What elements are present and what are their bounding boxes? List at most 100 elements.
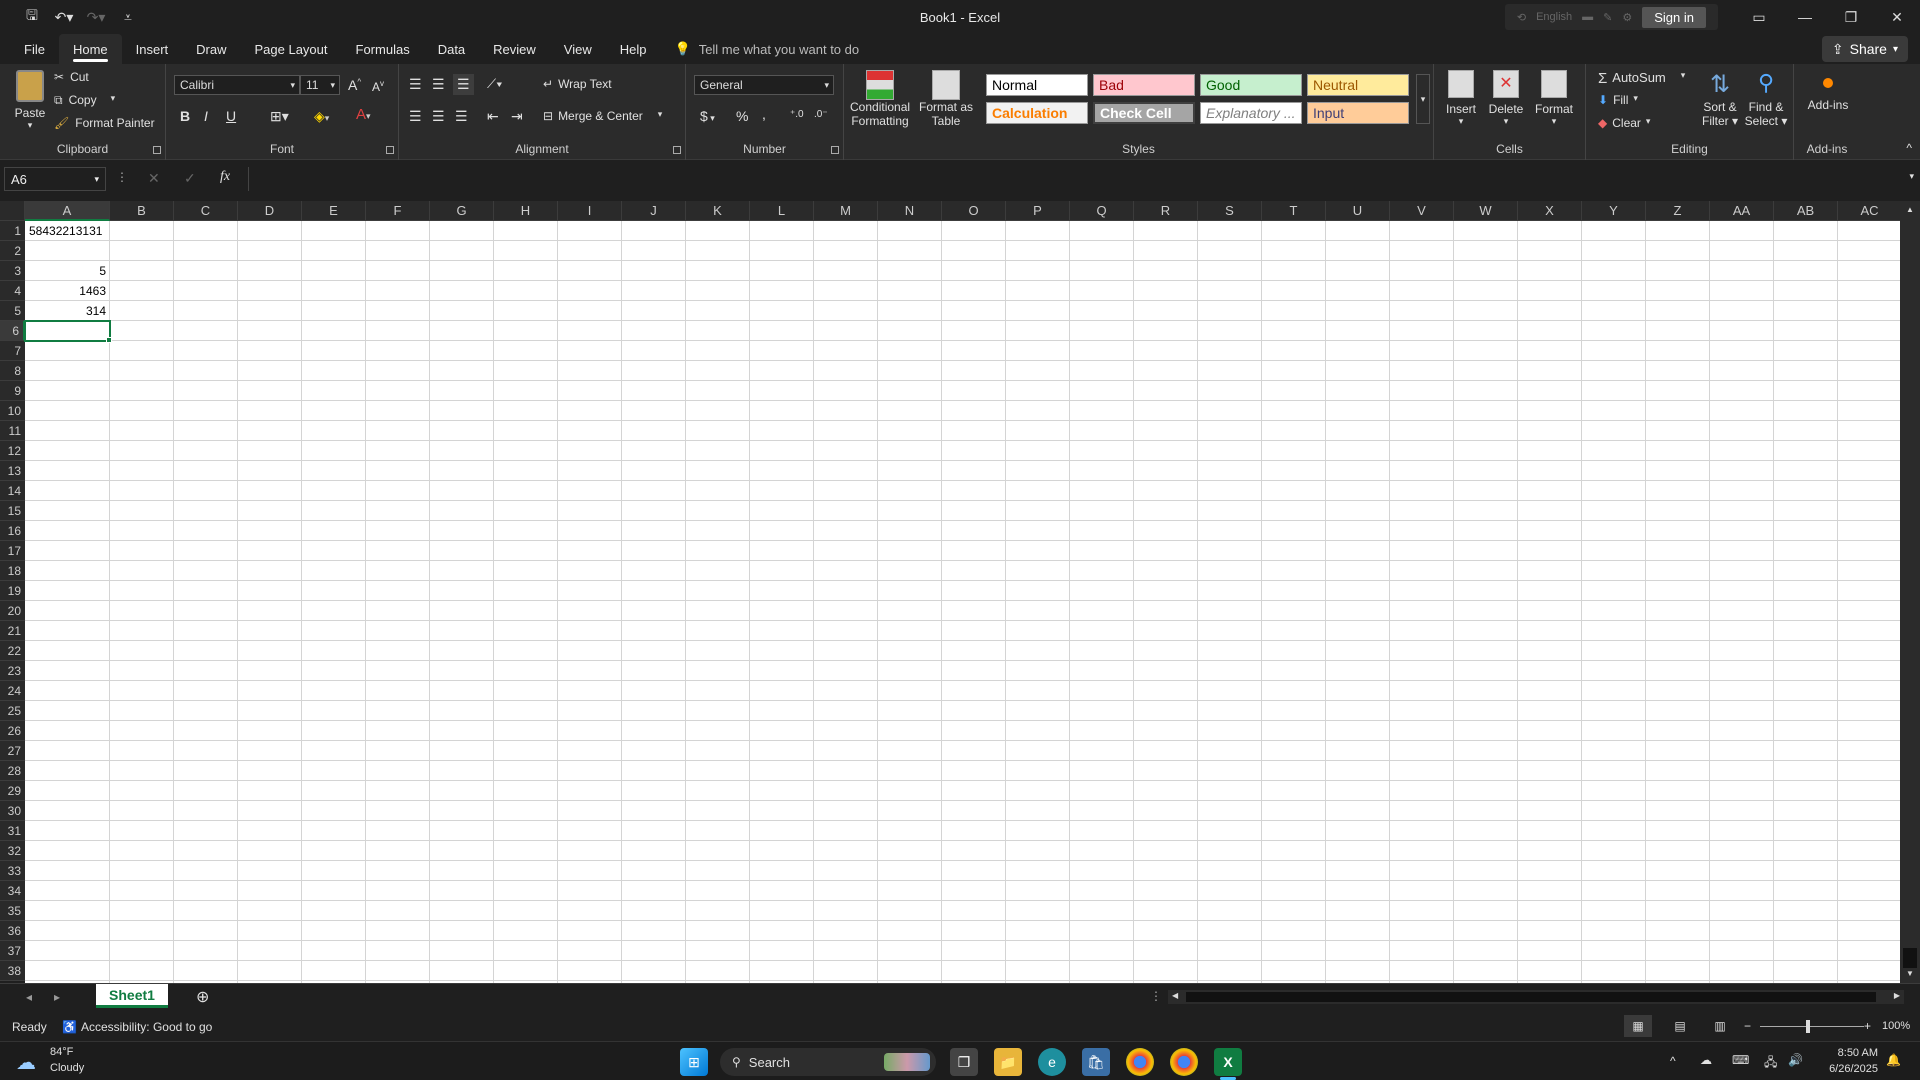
expand-formula-icon[interactable]: ▾ — [1909, 171, 1914, 182]
column-header[interactable]: V — [1390, 201, 1454, 221]
insert-function-icon[interactable]: fx — [220, 169, 230, 185]
network-icon[interactable]: 🖧 — [1764, 1053, 1777, 1074]
row-header[interactable]: 31 — [0, 821, 25, 841]
dialog-launcher-icon[interactable] — [831, 146, 839, 154]
row-header[interactable]: 12 — [0, 441, 25, 461]
row-header[interactable]: 35 — [0, 901, 25, 921]
scroll-right-icon[interactable]: ▶ — [1894, 991, 1900, 1000]
decrease-indent-icon[interactable]: ⇤ — [487, 108, 499, 125]
page-break-view-icon[interactable]: ▥ — [1706, 1015, 1734, 1037]
italic-button[interactable]: I — [204, 108, 208, 124]
wrap-text-button[interactable]: ↵ Wrap Text — [543, 77, 612, 91]
align-left-icon[interactable]: ☰ — [409, 108, 422, 125]
minimize-button[interactable]: — — [1782, 0, 1828, 34]
style-good[interactable]: Good — [1200, 74, 1302, 96]
cell-a5[interactable]: 314 — [25, 301, 110, 321]
clock-date[interactable]: 6/26/2025 — [1812, 1063, 1878, 1075]
row-header[interactable]: 28 — [0, 761, 25, 781]
row-header[interactable]: 11 — [0, 421, 25, 441]
tab-draw[interactable]: Draw — [182, 34, 240, 64]
font-name-dropdown[interactable]: Calibri ▾ — [174, 75, 300, 95]
row-header[interactable]: 25 — [0, 701, 25, 721]
onedrive-icon[interactable]: ☁ — [1700, 1053, 1712, 1067]
dialog-launcher-icon[interactable] — [153, 146, 161, 154]
tab-file[interactable]: File — [10, 34, 59, 64]
column-header[interactable]: AC — [1838, 201, 1902, 221]
row-header[interactable]: 14 — [0, 481, 25, 501]
row-header[interactable]: 29 — [0, 781, 25, 801]
volume-icon[interactable]: 🔊 — [1788, 1053, 1803, 1067]
borders-icon[interactable]: ⊞▾ — [270, 108, 289, 125]
next-sheet-icon[interactable]: ▸ — [54, 990, 60, 1004]
column-header[interactable]: E — [302, 201, 366, 221]
collapse-ribbon-icon[interactable]: ^ — [1906, 141, 1912, 155]
column-header[interactable]: W — [1454, 201, 1518, 221]
orientation-icon[interactable]: ⟋▾ — [487, 76, 502, 92]
tab-formulas[interactable]: Formulas — [342, 34, 424, 64]
tab-data[interactable]: Data — [424, 34, 479, 64]
underline-button[interactable]: U — [226, 108, 236, 124]
row-header[interactable]: 22 — [0, 641, 25, 661]
prev-sheet-icon[interactable]: ◂ — [26, 990, 32, 1004]
column-header[interactable]: U — [1326, 201, 1390, 221]
horizontal-scroll-thumb[interactable] — [1186, 992, 1876, 1002]
format-painter-button[interactable]: 🖌 Format Painter — [54, 116, 155, 130]
tab-review[interactable]: Review — [479, 34, 550, 64]
paste-button[interactable]: Paste ▾ — [10, 70, 50, 131]
align-middle-icon[interactable]: ☰ — [432, 76, 445, 93]
start-icon[interactable]: ⊞ — [680, 1048, 708, 1076]
row-header[interactable]: 16 — [0, 521, 25, 541]
select-all-button[interactable] — [0, 201, 25, 221]
zoom-in-icon[interactable]: + — [1864, 1019, 1871, 1033]
row-header[interactable]: 36 — [0, 921, 25, 941]
find-select-button[interactable]: ⚲ Find & Select ▾ — [1742, 70, 1790, 128]
column-header[interactable]: J — [622, 201, 686, 221]
row-header[interactable]: 17 — [0, 541, 25, 561]
style-input[interactable]: Input — [1307, 102, 1409, 124]
row-header[interactable]: 38 — [0, 961, 25, 981]
notification-bell-icon[interactable]: 🔔 — [1886, 1053, 1901, 1067]
row-header[interactable]: 18 — [0, 561, 25, 581]
weather-icon[interactable]: ☁ — [16, 1050, 44, 1074]
style-bad[interactable]: Bad — [1093, 74, 1195, 96]
column-header[interactable]: N — [878, 201, 942, 221]
store-icon[interactable]: 🛍 — [1082, 1048, 1110, 1076]
style-explanatory[interactable]: Explanatory ... — [1200, 102, 1302, 124]
column-header[interactable]: K — [686, 201, 750, 221]
percent-button[interactable]: % — [736, 108, 748, 124]
tab-split-handle[interactable]: ⋮ — [1150, 989, 1162, 1003]
cancel-icon[interactable]: ✕ — [148, 170, 160, 187]
vertical-scroll-thumb[interactable] — [1903, 948, 1917, 968]
row-header[interactable]: 24 — [0, 681, 25, 701]
cut-button[interactable]: ✂ Cut — [54, 70, 89, 84]
column-header[interactable]: A — [25, 201, 110, 221]
vertical-scrollbar[interactable]: ▲ ▼ — [1900, 201, 1920, 983]
style-calculation[interactable]: Calculation — [986, 102, 1088, 124]
tab-help[interactable]: Help — [606, 34, 661, 64]
decrease-font-icon[interactable]: Av — [372, 79, 384, 94]
format-cells-button[interactable]: Format ▾ — [1530, 70, 1578, 127]
format-as-table-button[interactable]: Format as Table — [918, 70, 974, 128]
edge-icon[interactable]: e — [1038, 1048, 1066, 1076]
tab-home[interactable]: Home — [58, 34, 122, 64]
bold-button[interactable]: B — [180, 108, 190, 124]
column-header[interactable]: Z — [1646, 201, 1710, 221]
autosum-button[interactable]: Σ AutoSum ▾ — [1598, 70, 1685, 87]
row-header[interactable]: 13 — [0, 461, 25, 481]
task-view-icon[interactable]: ❐ — [950, 1048, 978, 1076]
copy-button[interactable]: ⧉ Copy ▾ — [54, 93, 115, 108]
fill-button[interactable]: ⬇ Fill ▾ — [1598, 93, 1638, 107]
increase-font-icon[interactable]: A^ — [348, 77, 361, 93]
sort-filter-button[interactable]: ⇅ Sort & Filter ▾ — [1698, 70, 1742, 128]
dialog-launcher-icon[interactable] — [673, 146, 681, 154]
more-options-icon[interactable]: ⋮ — [116, 170, 128, 184]
accessibility-button[interactable]: ♿ Accessibility: Good to go — [62, 1020, 212, 1034]
cell-grid[interactable] — [25, 221, 1900, 983]
scroll-down-icon[interactable]: ▼ — [1906, 969, 1914, 978]
align-center-icon[interactable]: ☰ — [432, 108, 445, 125]
row-header[interactable]: 32 — [0, 841, 25, 861]
column-header[interactable]: C — [174, 201, 238, 221]
restore-button[interactable]: ❐ — [1828, 0, 1874, 34]
style-normal[interactable]: Normal — [986, 74, 1088, 96]
column-header[interactable]: X — [1518, 201, 1582, 221]
